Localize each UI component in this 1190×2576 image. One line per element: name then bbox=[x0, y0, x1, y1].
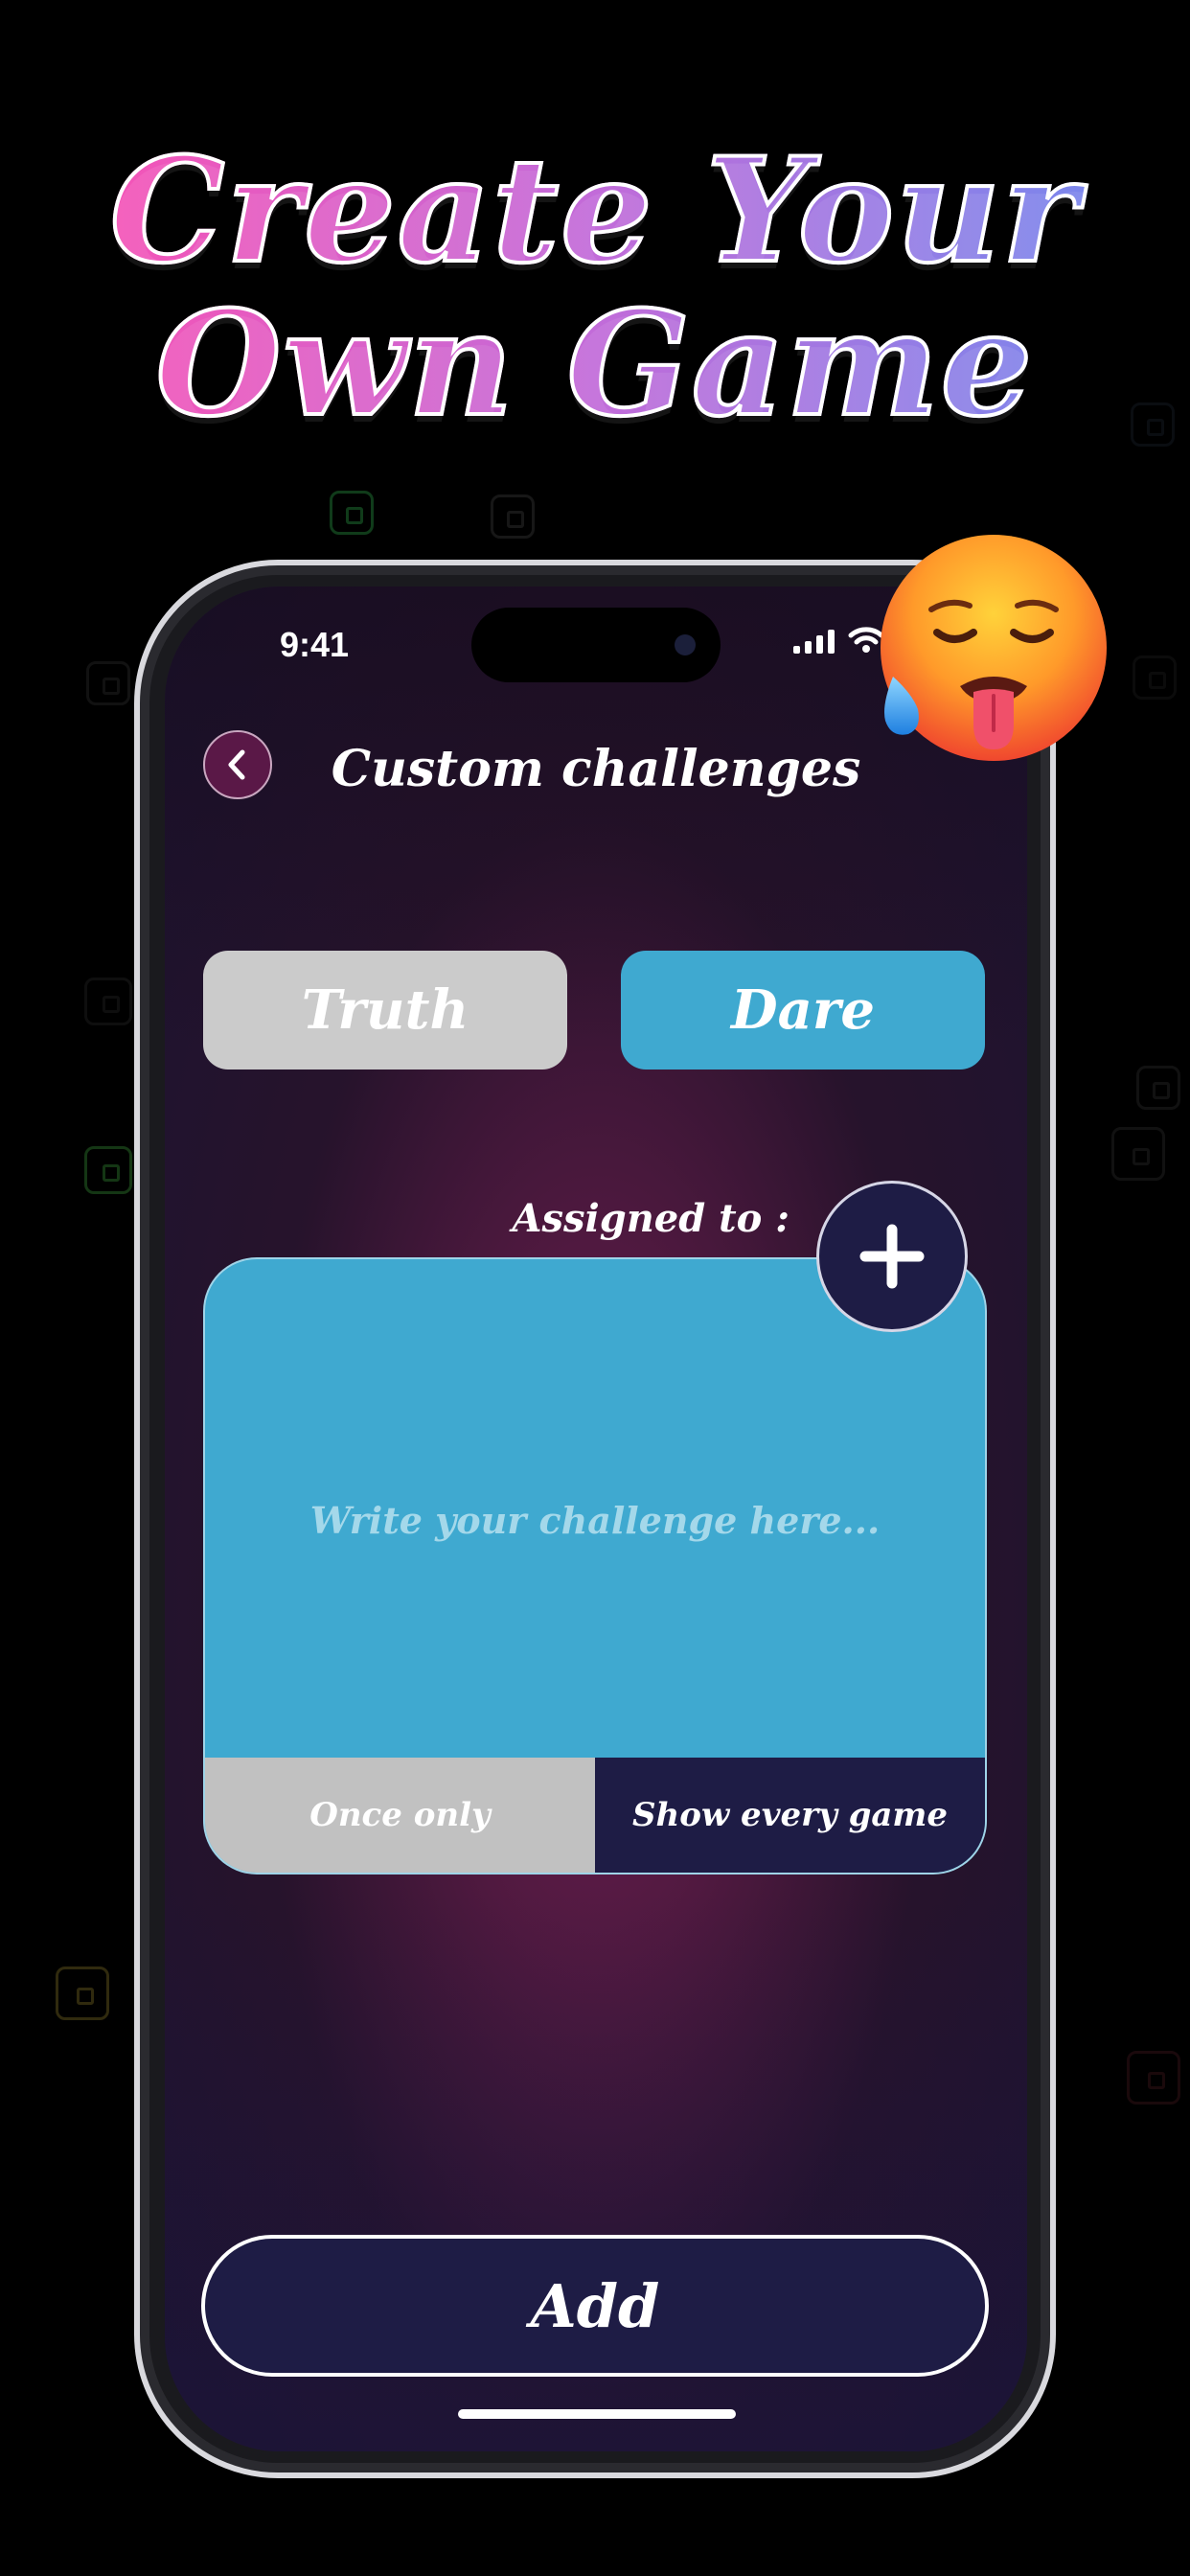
add-button[interactable]: Add bbox=[201, 2235, 989, 2377]
signal-icon bbox=[793, 629, 835, 654]
camera-icon bbox=[675, 634, 696, 656]
assigned-to-label: Assigned to : bbox=[512, 1196, 790, 1241]
status-time: 9:41 bbox=[280, 625, 350, 664]
background-dice-decoration bbox=[330, 491, 374, 535]
background-dice-decoration bbox=[1136, 1066, 1180, 1110]
truth-tab[interactable]: Truth bbox=[203, 951, 567, 1070]
headline-line-2: Own Game bbox=[0, 286, 1190, 443]
background-dice-decoration bbox=[56, 1966, 109, 2020]
background-dice-decoration bbox=[84, 1146, 132, 1194]
home-indicator bbox=[458, 2409, 736, 2419]
background-dice-decoration bbox=[84, 978, 132, 1025]
background-dice-decoration bbox=[1127, 2051, 1180, 2104]
dynamic-island bbox=[471, 608, 721, 682]
challenge-input[interactable]: Write your challenge here... bbox=[205, 1499, 985, 1542]
headline-line-1: Create Your bbox=[0, 132, 1190, 289]
background-dice-decoration bbox=[86, 661, 130, 705]
background-dice-decoration bbox=[1133, 656, 1177, 700]
background-dice-decoration bbox=[491, 494, 535, 539]
plus-icon bbox=[859, 1224, 925, 1289]
hot-face-emoji-icon bbox=[881, 535, 1107, 761]
add-player-button[interactable] bbox=[816, 1181, 968, 1332]
challenge-card: Write your challenge here... Once only S… bbox=[203, 1257, 987, 1874]
dare-tab[interactable]: Dare bbox=[621, 951, 985, 1070]
show-every-game-option[interactable]: Show every game bbox=[595, 1758, 985, 1873]
once-only-option[interactable]: Once only bbox=[205, 1758, 595, 1873]
app-screen: 9:41 Custom challenges Truth Dare Assign… bbox=[165, 586, 1027, 2451]
background-dice-decoration bbox=[1111, 1127, 1165, 1181]
